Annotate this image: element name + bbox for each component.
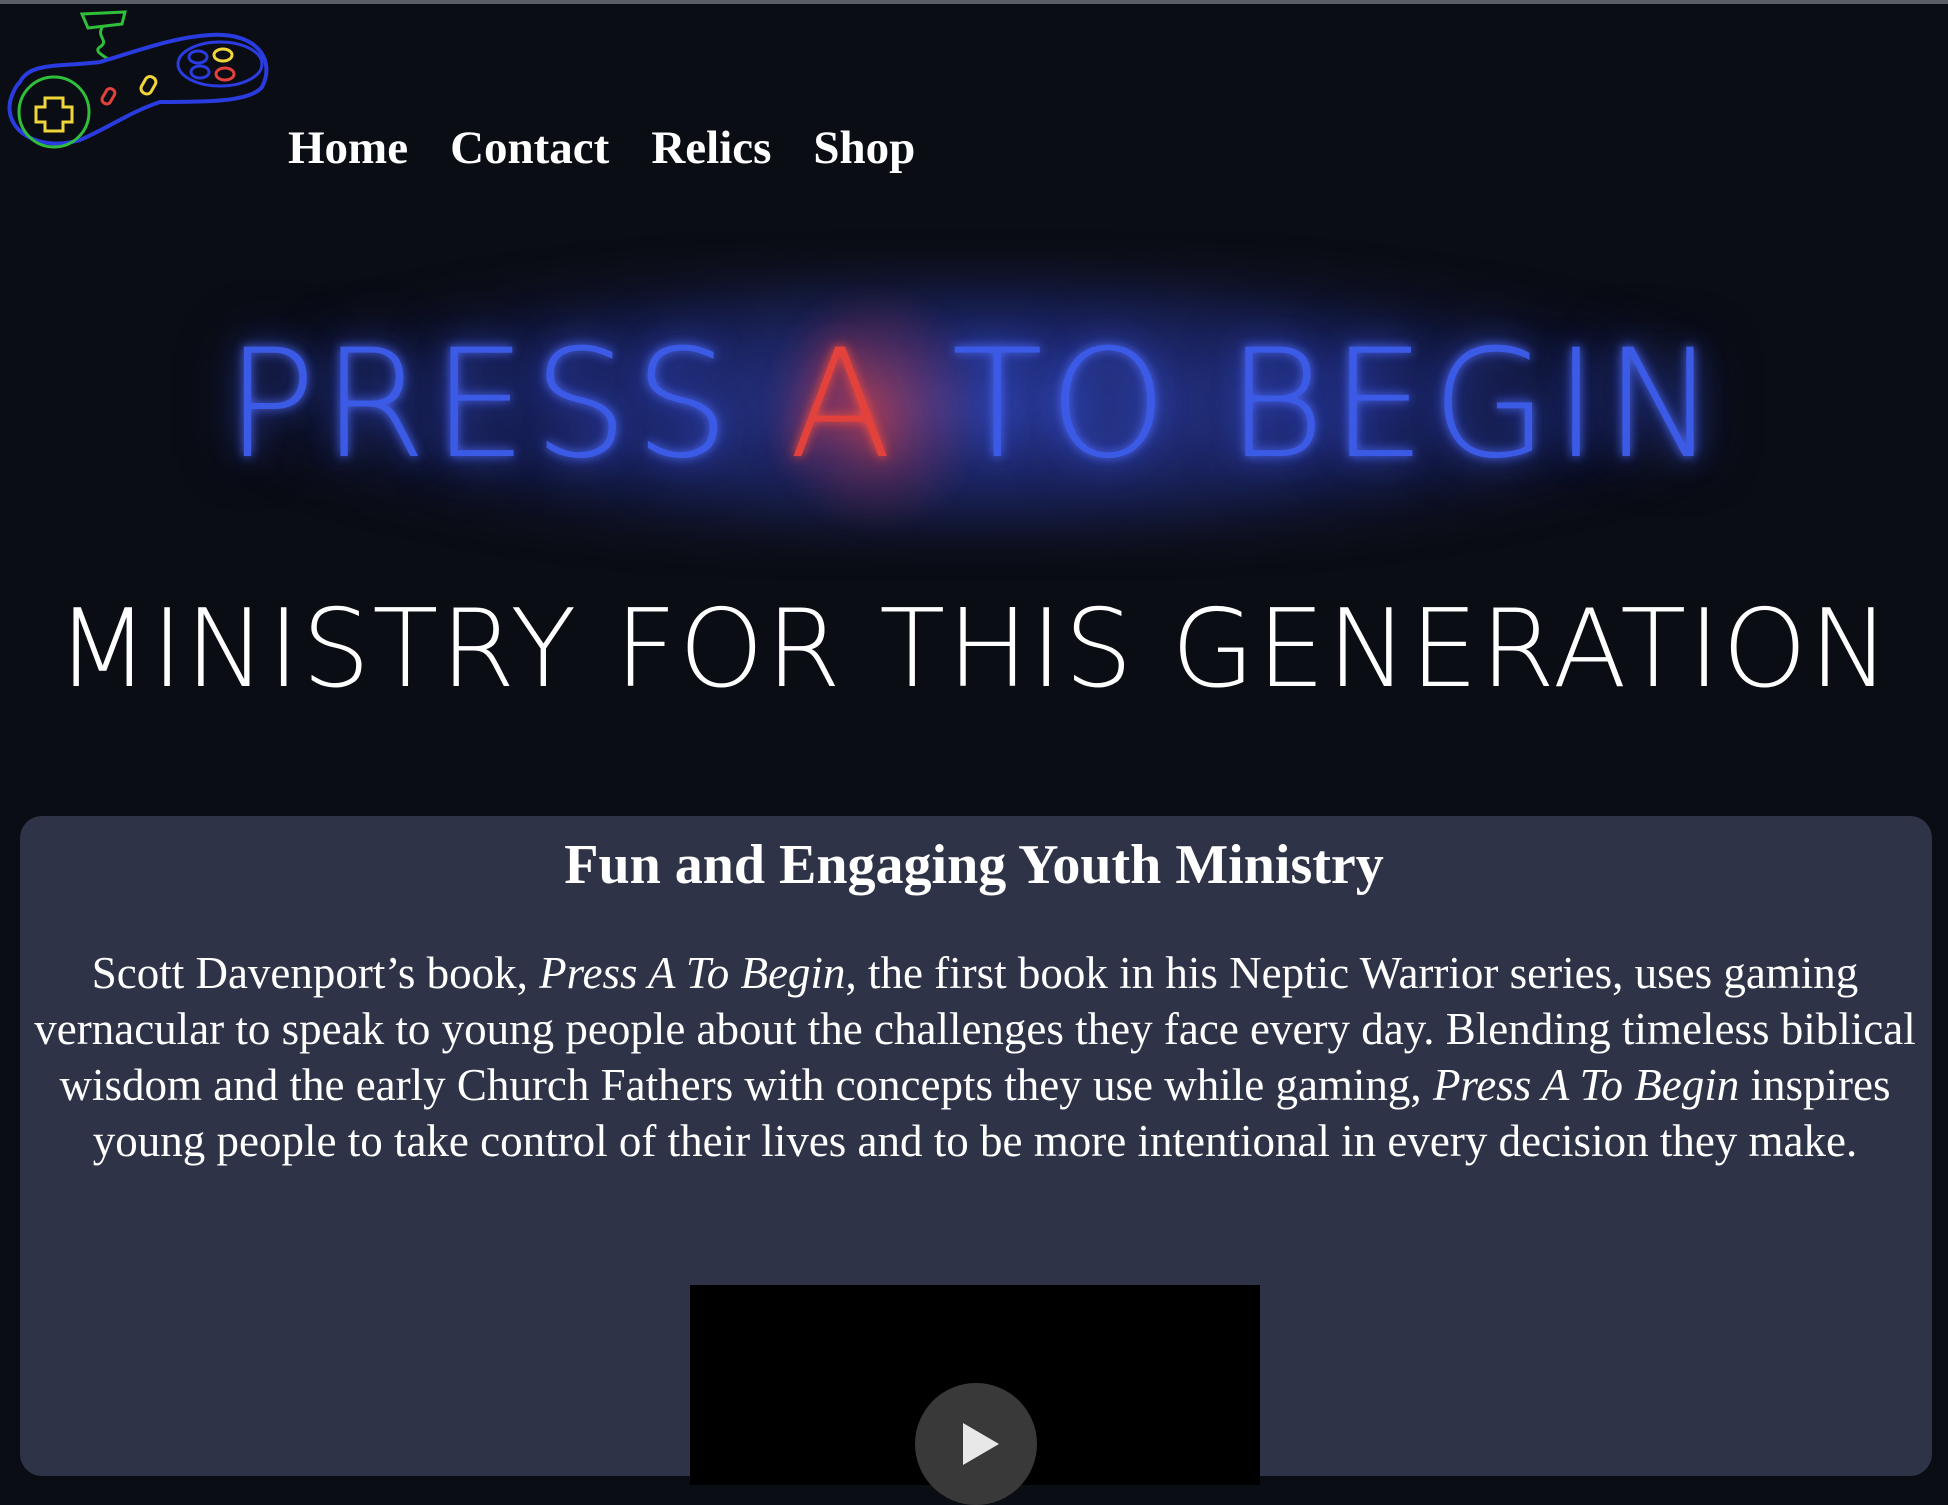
logo[interactable] bbox=[0, 2, 275, 152]
card-body-text-1: Scott Davenport’s book, bbox=[91, 948, 540, 998]
play-button[interactable] bbox=[915, 1383, 1037, 1505]
hero-title-part1: PRESS bbox=[225, 318, 790, 492]
nav-home-link[interactable]: Home bbox=[288, 114, 408, 182]
book-title: Press A To Begin bbox=[539, 948, 846, 998]
card-heading: Fun and Engaging Youth Ministry bbox=[564, 834, 1384, 896]
nav-relics-link[interactable]: Relics bbox=[651, 114, 771, 182]
play-icon bbox=[963, 1423, 999, 1465]
nav-contact-link[interactable]: Contact bbox=[450, 114, 609, 182]
hero-title-part2: TO BEGIN bbox=[897, 318, 1723, 492]
top-edge bbox=[0, 0, 1948, 4]
hero-title: PRESS A TO BEGIN bbox=[0, 320, 1948, 490]
main-nav: Home Contact Relics Shop bbox=[288, 114, 915, 182]
book-title: Press A To Begin bbox=[1432, 1060, 1740, 1110]
game-controller-icon bbox=[7, 10, 269, 149]
hero-subtitle: MINISTRY FOR THIS GENERATION bbox=[56, 587, 1892, 712]
card-description: Scott Davenport’s book, Press A To Begin… bbox=[30, 945, 1920, 1169]
hero-title-highlight: A bbox=[789, 318, 898, 492]
nav-shop-link[interactable]: Shop bbox=[813, 114, 915, 182]
